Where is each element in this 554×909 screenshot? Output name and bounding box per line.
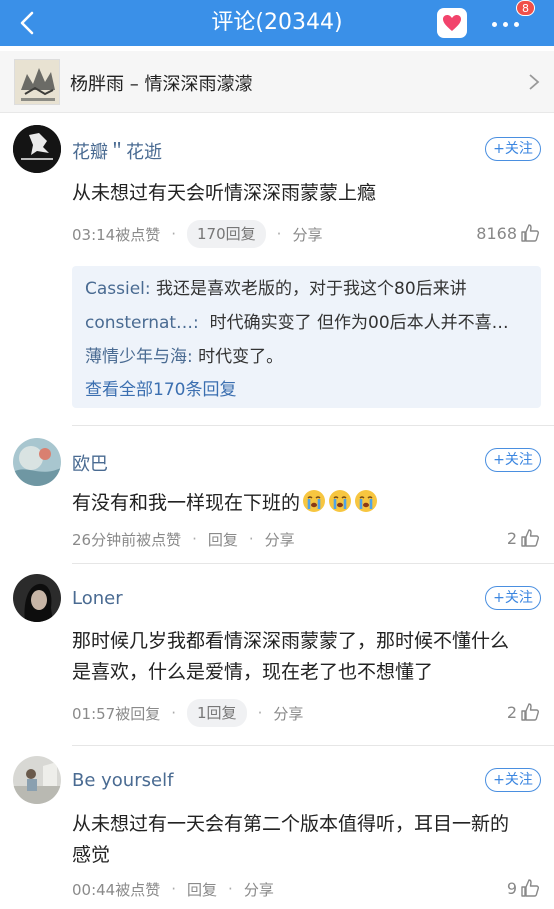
replies-preview[interactable]: Cassiel: 我还是喜欢老版的，对于我这个80后来讲 consternat…… [72,266,541,408]
username[interactable]: Be yourself [72,770,173,791]
thumbs-up-icon [521,224,539,242]
comment-time: 01:57被回复 [72,704,161,723]
follow-button[interactable]: +关注 [485,448,541,472]
follow-button[interactable]: +关注 [485,137,541,161]
comment-time: 00:44被点赞 [72,880,161,899]
avatar[interactable] [13,756,61,804]
crying-emoji-icon [329,490,352,512]
username[interactable]: Loner [72,588,123,609]
comment-text: 从未想过有一天会有第二个版本值得听，耳目一新的 感觉 [72,813,510,866]
comment-meta: 26分钟前被点赞 · 回复 · 分享 [72,529,295,550]
share-button[interactable]: 分享 [244,879,274,900]
like-button[interactable]: 9 [507,878,540,898]
comment-item: Be yourself +关注 从未想过有一天会有第二个版本值得听，耳目一新的 … [0,746,554,909]
comment-meta: 03:14被点赞 · 170回复 · 分享 [72,219,322,249]
chevron-right-icon [529,74,540,90]
comment-text: 有没有和我一样现在下班的 [72,488,540,519]
song-bar[interactable]: 杨胖雨 – 情深深雨濛濛 [0,51,554,113]
top-bar: 评论(20344) 8 [0,0,554,46]
like-count: 8168 [476,223,517,243]
page-title: 评论(20344) [211,10,343,35]
reply-button[interactable]: 170回复 [187,220,266,248]
like-count: 2 [506,702,517,722]
reply-line: Cassiel: 我还是喜欢老版的，对于我这个80后来讲 [85,279,467,299]
thumbs-up-icon [521,703,539,721]
like-count: 2 [506,528,517,548]
username[interactable]: 欧巴 [72,450,108,476]
like-button[interactable]: 8168 [476,223,540,243]
comment-time: 03:14被点赞 [72,225,161,244]
like-count: 9 [506,878,517,898]
reply-line: consternat…: 时代确实变了 但作为00后本人并不喜… [85,313,509,333]
username[interactable]: 花瓣＂花逝 [72,138,162,164]
avatar[interactable] [13,574,61,622]
avatar[interactable] [13,438,61,486]
comment-text: 从未想过有天会听情深深雨蒙蒙上瘾 [72,182,377,204]
share-button[interactable]: 分享 [292,224,322,245]
follow-button[interactable]: +关注 [485,586,541,610]
like-button[interactable]: 2 [507,702,540,722]
comment-meta: 01:57被回复 · 1回复 · 分享 [72,698,303,728]
follow-button[interactable]: +关注 [485,768,541,792]
album-cover [14,59,60,105]
comment-text: 那时候几岁我都看情深深雨蒙蒙了，那时候不懂什么 是喜欢，什么是爱情，现在老了也不… [72,630,510,683]
notification-badge: 8 [516,0,535,16]
song-title: 杨胖雨 – 情深深雨濛濛 [70,74,253,95]
reply-button[interactable]: 回复 [187,879,217,900]
reply-line: 薄情少年与海: 时代变了。 [85,347,284,367]
heart-icon[interactable] [437,8,467,38]
reply-button[interactable]: 回复 [208,529,238,550]
share-button[interactable]: 分享 [273,703,303,724]
reply-button[interactable]: 1回复 [187,699,247,727]
comment-item: 欧巴 +关注 有没有和我一样现在下班的 26分钟前被点赞 · 回复 · 分享 2 [0,426,554,564]
thumbs-up-icon [521,879,539,897]
comment-time: 26分钟前被点赞 [72,530,182,549]
comment-item: 花瓣＂花逝 +关注 从未想过有天会听情深深雨蒙蒙上瘾 03:14被点赞 · 17… [0,113,554,426]
thumbs-up-icon [521,529,539,547]
comment-item: Loner +关注 那时候几岁我都看情深深雨蒙蒙了，那时候不懂什么 是喜欢，什么… [0,564,554,746]
crying-emoji-icon [303,490,326,512]
like-button[interactable]: 2 [507,528,540,548]
comment-meta: 00:44被点赞 · 回复 · 分享 [72,879,274,900]
crying-emoji-icon [355,490,378,512]
avatar[interactable] [13,125,61,173]
share-button[interactable]: 分享 [265,529,295,550]
view-all-replies-link[interactable]: 查看全部170条回复 [85,375,236,400]
